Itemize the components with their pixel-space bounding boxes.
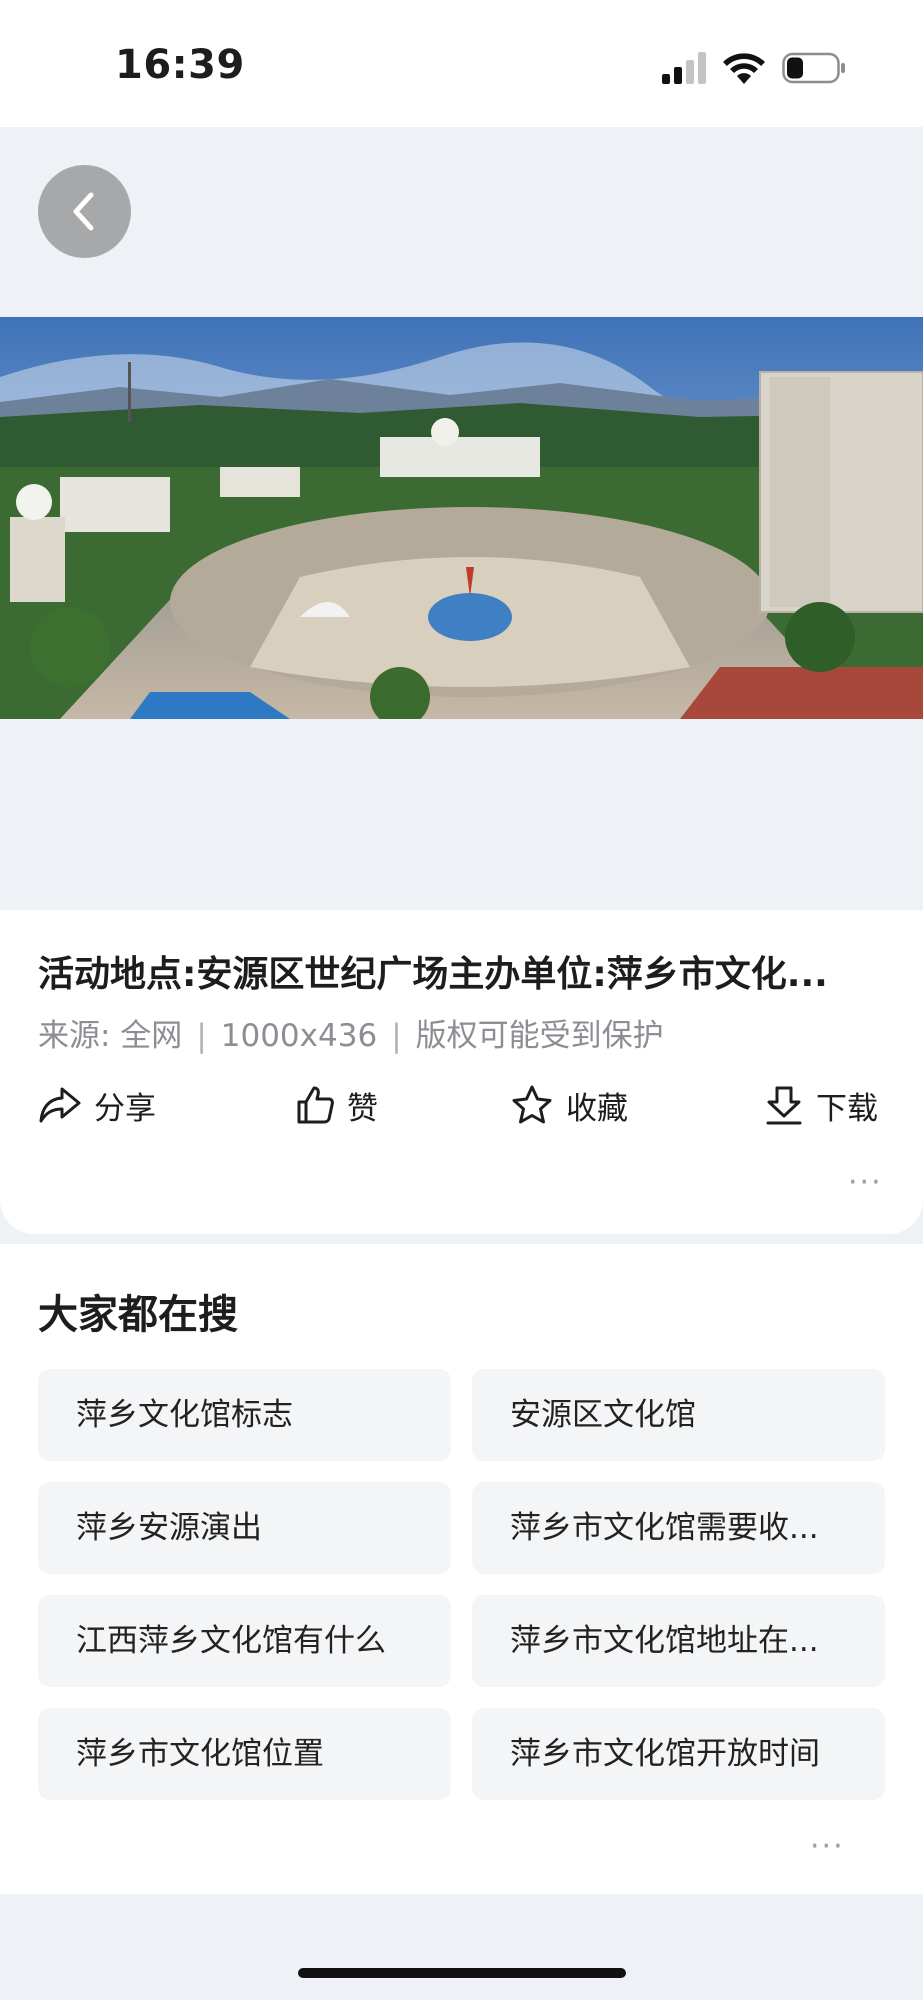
share-label: 分享 bbox=[94, 1090, 156, 1127]
meta-separator: | bbox=[196, 1018, 207, 1054]
meta-separator: | bbox=[391, 1018, 402, 1054]
download-button[interactable]: 下载 bbox=[764, 1080, 878, 1130]
star-icon bbox=[512, 1085, 552, 1124]
download-label: 下载 bbox=[816, 1090, 878, 1127]
battery-icon bbox=[782, 52, 845, 84]
image-title[interactable]: 活动地点:安源区世纪广场主办单位:萍乡市文化... bbox=[38, 945, 888, 997]
favorite-button[interactable]: 收藏 bbox=[510, 1080, 628, 1130]
image-size: 1000x436 bbox=[220, 1018, 378, 1054]
cellular-signal-icon bbox=[662, 52, 706, 84]
wifi-icon bbox=[723, 53, 765, 84]
search-suggestion[interactable]: 安源区文化馆 bbox=[472, 1369, 885, 1461]
back-button[interactable] bbox=[38, 165, 131, 258]
home-indicator[interactable] bbox=[298, 1968, 626, 1978]
favorite-label: 收藏 bbox=[566, 1090, 628, 1127]
city-square-photo[interactable] bbox=[0, 317, 923, 719]
share-button[interactable]: 分享 bbox=[38, 1080, 156, 1130]
status-bar: 16:39 bbox=[0, 0, 923, 127]
section-title: 大家都在搜 bbox=[38, 1292, 238, 1338]
search-suggestion[interactable]: 江西萍乡文化馆有什么 bbox=[38, 1595, 451, 1687]
search-suggestion[interactable]: 萍乡市文化馆开放时间 bbox=[472, 1708, 885, 1800]
like-button[interactable]: 赞 bbox=[295, 1080, 378, 1130]
share-icon bbox=[39, 1087, 81, 1123]
more-options-button[interactable]: ··· bbox=[848, 1168, 883, 1198]
download-icon bbox=[766, 1086, 802, 1125]
image-info-panel: 活动地点:安源区世纪广场主办单位:萍乡市文化... 来源: 全网 | 1000x43… bbox=[0, 910, 923, 1234]
more-suggestions-button[interactable]: ··· bbox=[810, 1832, 845, 1862]
chevron-left-icon bbox=[73, 192, 94, 231]
like-label: 赞 bbox=[347, 1090, 378, 1127]
search-suggestion[interactable]: 萍乡安源演出 bbox=[38, 1482, 451, 1574]
copyright-note: 版权可能受到保护 bbox=[415, 1018, 664, 1054]
image-meta: 来源: 全网 | 1000x436 | 版权可能受到保护 bbox=[38, 1010, 664, 1055]
thumbs-up-icon bbox=[297, 1086, 334, 1124]
search-suggestion[interactable]: 萍乡文化馆标志 bbox=[38, 1369, 451, 1461]
search-suggestion[interactable]: 萍乡市文化馆位置 bbox=[38, 1708, 451, 1800]
source-label: 来源: 全网 bbox=[38, 1018, 183, 1054]
search-suggestion[interactable]: 萍乡市文化馆需要收... bbox=[472, 1482, 885, 1574]
search-suggestion[interactable]: 萍乡市文化馆地址在... bbox=[472, 1595, 885, 1687]
status-time: 16:39 bbox=[115, 42, 245, 88]
trending-searches: 大家都在搜 萍乡文化馆标志 安源区文化馆 萍乡安源演出 萍乡市文化馆需要收...… bbox=[0, 1244, 923, 1894]
